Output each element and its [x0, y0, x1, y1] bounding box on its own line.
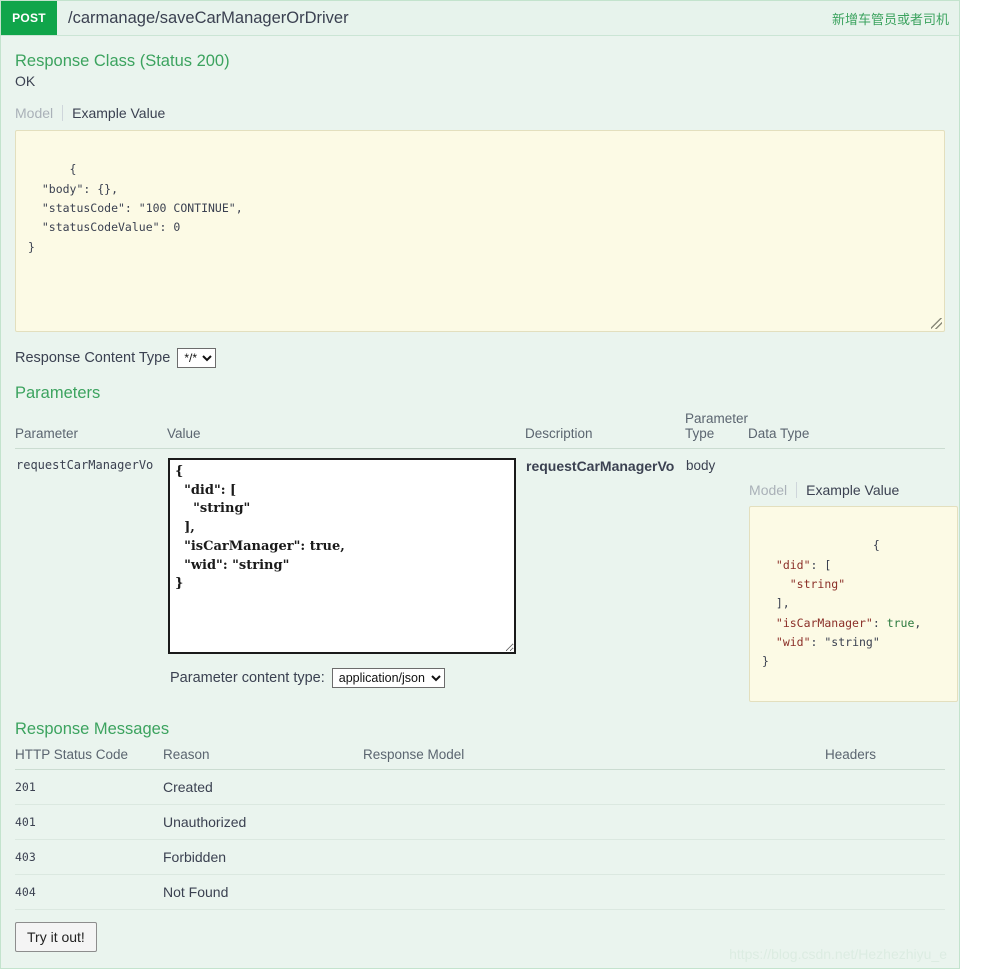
operation-body: Response Class (Status 200) OK Model Exa… [1, 52, 959, 968]
response-model [363, 769, 825, 805]
response-status-code: 401 [15, 804, 163, 840]
parameter-example-json: { "did": [ "string" ], "isCarManager": t… [762, 538, 922, 669]
header-parameter-type: Parameter Type [685, 407, 749, 449]
param-tab-example-value[interactable]: Example Value [796, 482, 908, 498]
tab-model[interactable]: Model [15, 105, 62, 121]
operation-summary: 新增车管员或者司机 [831, 11, 949, 27]
table-row: requestCarManagerVo { "did": [ "string" … [15, 449, 958, 704]
response-reason: Unauthorized [163, 804, 363, 840]
endpoint-path[interactable]: /carmanage/saveCarManagerOrDriver [57, 1, 832, 35]
parameter-description: requestCarManagerVo [526, 458, 675, 474]
parameter-model-tabs: Model Example Value [749, 481, 944, 499]
header-parameter: Parameter [15, 407, 167, 449]
operation-header[interactable]: POST /carmanage/saveCarManagerOrDriver 新… [1, 1, 959, 36]
parameter-name: requestCarManagerVo [16, 458, 154, 472]
parameters-header-row: Parameter Value Description Parameter Ty… [15, 407, 945, 449]
response-headers [825, 839, 945, 875]
request-body-input[interactable]: { "did": [ "string" ], "isCarManager": t… [168, 458, 516, 654]
table-row: 401 Unauthorized [15, 804, 945, 840]
resize-grip-icon[interactable] [931, 318, 942, 329]
response-example-value-box: { "body": {}, "statusCode": "100 CONTINU… [15, 130, 945, 332]
response-content-type-row: Response Content Type */* [15, 348, 945, 368]
response-headers [825, 874, 945, 910]
header-description: Description [525, 407, 685, 449]
parameter-example-value-box: { "did": [ "string" ], "isCarManager": t… [749, 506, 958, 702]
response-class-tabs: Model Example Value [15, 104, 945, 122]
watermark-text: https://blog.csdn.net/Hezhezhiyu_e [729, 946, 947, 962]
response-status-code: 404 [15, 874, 163, 910]
response-model [363, 804, 825, 840]
response-example-json: { "body": {}, "statusCode": "100 CONTINU… [28, 162, 243, 254]
api-operation-panel: POST /carmanage/saveCarManagerOrDriver 新… [0, 0, 960, 969]
tab-example-value[interactable]: Example Value [62, 105, 174, 121]
response-messages-table: HTTP Status Code Reason Response Model H… [15, 743, 945, 910]
response-class-title: Response Class (Status 200) [15, 52, 230, 70]
response-status-text: OK [15, 73, 36, 89]
parameter-content-type-label: Parameter content type: [170, 670, 325, 686]
http-method-badge: POST [1, 1, 57, 35]
parameter-content-type-row: Parameter content type: application/json [168, 668, 524, 688]
response-reason: Created [163, 769, 363, 805]
parameter-content-type-select[interactable]: application/json [331, 668, 445, 688]
response-headers [825, 804, 945, 840]
table-row: 403 Forbidden [15, 839, 945, 875]
response-messages-header-row: HTTP Status Code Reason Response Model H… [15, 743, 945, 770]
response-model [363, 839, 825, 875]
table-row: 201 Created [15, 769, 945, 805]
header-reason: Reason [163, 743, 363, 770]
parameter-data-type-cell: Model Example Value { "did": [ "string" … [748, 449, 958, 704]
header-http-status-code: HTTP Status Code [15, 743, 163, 770]
response-reason: Forbidden [163, 839, 363, 875]
response-headers [825, 769, 945, 805]
response-status-code: 403 [15, 839, 163, 875]
parameter-type-value: body [686, 458, 716, 473]
header-value: Value [167, 407, 525, 449]
response-content-type-label: Response Content Type [15, 350, 171, 366]
response-content-type-select[interactable]: */* [177, 348, 217, 368]
response-model [363, 874, 825, 910]
header-headers: Headers [825, 743, 945, 770]
response-status-code: 201 [15, 769, 163, 805]
response-messages-title: Response Messages [15, 720, 170, 738]
try-it-out-button[interactable]: Try it out! [15, 922, 97, 952]
param-tab-model[interactable]: Model [749, 482, 796, 498]
response-reason: Not Found [163, 874, 363, 910]
table-row: 404 Not Found [15, 874, 945, 910]
header-data-type: Data Type [748, 407, 945, 449]
data-type-model-panel: Model Example Value { "did": [ "string" … [749, 458, 958, 702]
parameters-title: Parameters [15, 384, 101, 402]
parameters-table: Parameter Value Description Parameter Ty… [15, 407, 958, 704]
header-response-model: Response Model [363, 743, 825, 770]
parameter-value-cell: { "did": [ "string" ], "isCarManager": t… [167, 449, 525, 704]
response-messages-body: 201 Created 401 Unauthorized 403 Forbidden 404… [15, 769, 945, 910]
